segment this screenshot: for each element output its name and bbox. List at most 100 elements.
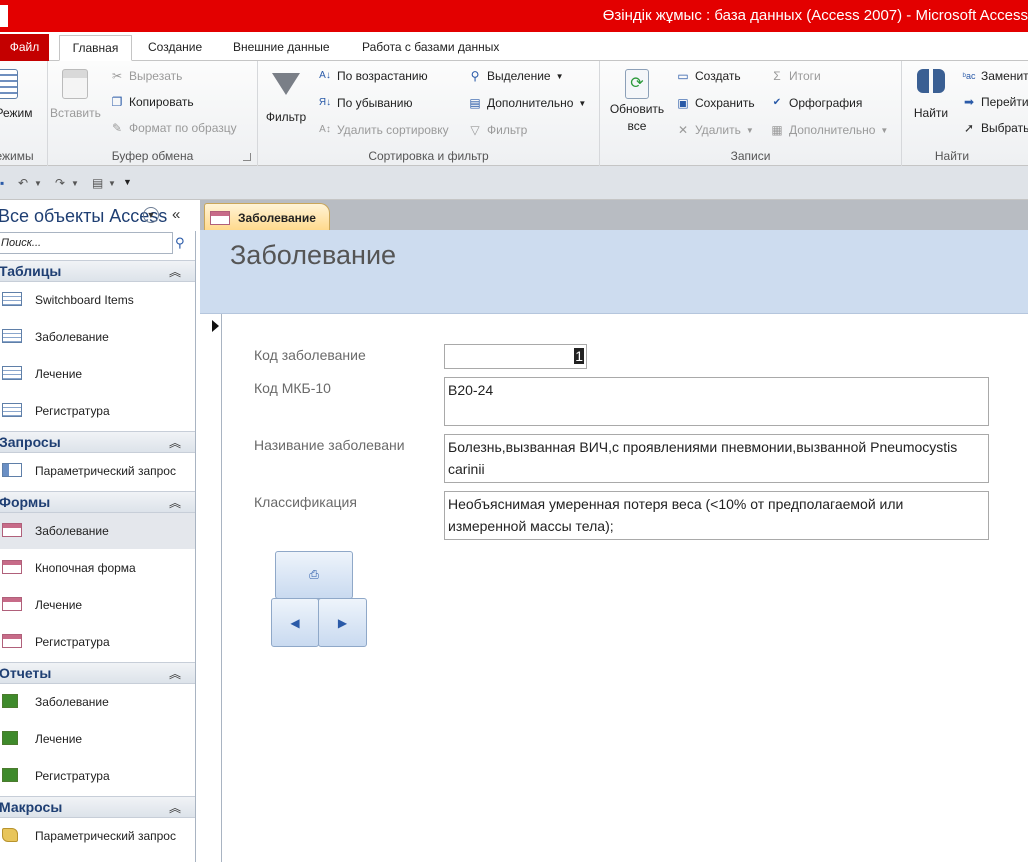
funnel-icon: [272, 73, 300, 95]
selection-dropdown[interactable]: ⚲ Выделение ▼: [468, 69, 564, 83]
macro-icon: [2, 828, 18, 842]
tab-create[interactable]: Создание: [148, 35, 202, 61]
nav-section-forms[interactable]: Формы ︽: [0, 491, 195, 513]
nav-item-table-switchboard-items[interactable]: Switchboard Items: [0, 282, 195, 318]
customize-toolbar-icon[interactable]: ▼: [123, 177, 132, 187]
nav-search-input[interactable]: Поиск...: [0, 232, 173, 254]
more-records-button[interactable]: ▦ Дополнительно ▼: [770, 123, 888, 137]
selection-filter-icon: ⚲: [470, 69, 480, 83]
printer-icon: ⎙: [309, 567, 319, 582]
nav-item-label: Параметрический запрос: [35, 829, 176, 843]
form-view-icon[interactable]: ▤: [92, 176, 103, 190]
undo-icon[interactable]: ↶: [18, 176, 28, 190]
sort-descending-button[interactable]: Я↓ По убыванию: [318, 96, 413, 110]
remove-sort-button[interactable]: A↕ Удалить сортировку: [318, 123, 449, 137]
nav-header[interactable]: Все объекты Access ▼ «: [0, 200, 196, 231]
record-selector[interactable]: [200, 314, 222, 862]
tab-database-tools[interactable]: Работа с базами данных: [362, 35, 499, 61]
undo-dropdown-icon[interactable]: ▼: [34, 179, 42, 188]
nav-item-query-parametric[interactable]: Параметрический запрос: [0, 453, 195, 489]
print-record-button[interactable]: ⎙: [275, 551, 353, 599]
refresh-all-button[interactable]: ⟳ Обновить все: [604, 69, 670, 135]
group-views-label: Режимы: [0, 149, 34, 163]
nav-section-queries[interactable]: Запросы ︽: [0, 431, 195, 453]
view-dropdown-icon[interactable]: ▼: [108, 179, 116, 188]
filter-button[interactable]: Фильтр: [262, 69, 310, 126]
nav-item-table-disease[interactable]: Заболевание: [0, 319, 195, 355]
nav-section-reports[interactable]: Отчеты ︽: [0, 662, 195, 684]
format-painter-button[interactable]: ✎ Формат по образцу: [110, 121, 237, 135]
disease-name-field[interactable]: Болезнь,вызванная ВИЧ,с проявлениями пне…: [444, 434, 989, 483]
redo-icon[interactable]: ↷: [55, 176, 65, 190]
nav-item-report-registry[interactable]: Регистратура: [0, 758, 195, 794]
nav-item-form-disease[interactable]: Заболевание: [0, 513, 195, 549]
disease-code-value: 1: [574, 348, 584, 364]
current-record-arrow-icon: [212, 320, 219, 332]
clipboard-dialog-launcher-icon[interactable]: [243, 153, 251, 161]
nav-item-macro-parametric[interactable]: Параметрический запрос: [0, 818, 195, 854]
replace-button[interactable]: ᵇac Заменить: [962, 69, 1028, 83]
redo-dropdown-icon[interactable]: ▼: [71, 179, 79, 188]
disease-code-field[interactable]: 1: [444, 344, 587, 369]
report-icon: [2, 694, 18, 708]
sort-ascending-icon: A↓: [319, 70, 331, 81]
advanced-filter-dropdown[interactable]: ▤ Дополнительно ▼: [468, 96, 586, 110]
cut-button[interactable]: ✂ Вырезать: [110, 69, 182, 83]
nav-item-form-registry[interactable]: Регистратура: [0, 624, 195, 660]
new-record-button[interactable]: ▭ Создать: [676, 69, 740, 83]
nav-section-tables[interactable]: Таблицы ︽: [0, 260, 195, 282]
totals-button[interactable]: Σ Итоги: [770, 69, 820, 83]
form-icon: [2, 597, 22, 611]
format-painter-label: Формат по образцу: [129, 121, 237, 135]
classification-field[interactable]: Необъяснимая умеренная потеря веса (<10%…: [444, 491, 989, 540]
report-icon: [2, 768, 18, 782]
toggle-filter-button[interactable]: ▽ Фильтр: [468, 123, 527, 137]
collapse-pane-icon[interactable]: «: [172, 206, 180, 223]
ribbon-tab-row: Файл Главная Создание Внешние данные Раб…: [0, 32, 1028, 61]
icd-code-field[interactable]: B20-24: [444, 377, 989, 426]
toggle-filter-label: Фильтр: [487, 123, 528, 137]
copy-button[interactable]: ❐ Копировать: [110, 95, 194, 109]
document-tab[interactable]: Заболевание: [204, 203, 330, 231]
tab-home[interactable]: Главная: [59, 35, 132, 61]
view-button[interactable]: Режим: [0, 69, 38, 122]
nav-item-label: Заболевание: [35, 330, 109, 344]
goto-button[interactable]: ➡ Перейти: [962, 95, 1028, 109]
tab-file[interactable]: Файл: [0, 34, 49, 61]
nav-section-label: Макросы: [0, 799, 63, 815]
sort-ascending-button[interactable]: A↓ По возрастанию: [318, 69, 427, 83]
field-label-icd-code: Код МКБ-10: [254, 380, 331, 396]
next-record-button[interactable]: ▶: [318, 598, 367, 647]
nav-item-report-disease[interactable]: Заболевание: [0, 684, 195, 720]
save-record-button[interactable]: ▣ Сохранить: [676, 96, 755, 110]
nav-item-form-treatment[interactable]: Лечение: [0, 587, 195, 623]
group-clipboard: Вставить ✂ Вырезать ❐ Копировать ✎ Форма…: [48, 61, 258, 166]
chevron-up-icon: ︽: [169, 667, 182, 681]
nav-item-report-treatment[interactable]: Лечение: [0, 721, 195, 757]
chevron-down-icon[interactable]: ▼: [143, 207, 159, 223]
refresh-label-line2: все: [627, 119, 647, 133]
form-icon: [210, 211, 230, 225]
spelling-button[interactable]: ✔ Орфография: [770, 96, 863, 110]
nav-item-form-switchboard[interactable]: Кнопочная форма: [0, 550, 195, 586]
delete-record-button[interactable]: ✕ Удалить ▼: [676, 123, 754, 137]
save-icon: ▣: [677, 96, 689, 110]
nav-item-table-treatment[interactable]: Лечение: [0, 356, 195, 392]
save-icon[interactable]: ▪: [0, 176, 4, 190]
group-views: Режим Режимы: [0, 61, 48, 166]
copy-label: Копировать: [129, 95, 194, 109]
paste-button[interactable]: Вставить: [50, 69, 101, 122]
access-app-icon[interactable]: [0, 5, 8, 27]
tab-external-data[interactable]: Внешние данные: [233, 35, 330, 61]
nav-item-table-registry[interactable]: Регистратура: [0, 393, 195, 429]
select-button[interactable]: ➚ Выбрать: [962, 121, 1028, 135]
nav-section-macros[interactable]: Макросы ︽: [0, 796, 195, 818]
chevron-down-icon: ▼: [745, 125, 754, 135]
form-icon: [2, 634, 22, 648]
find-button[interactable]: Найти: [906, 69, 956, 122]
form-title: Заболевание: [230, 240, 397, 270]
search-icon[interactable]: ⚲: [175, 235, 185, 251]
save-record-label: Сохранить: [695, 96, 755, 110]
nav-item-label: Лечение: [35, 598, 83, 612]
previous-record-button[interactable]: ◀: [271, 598, 319, 647]
